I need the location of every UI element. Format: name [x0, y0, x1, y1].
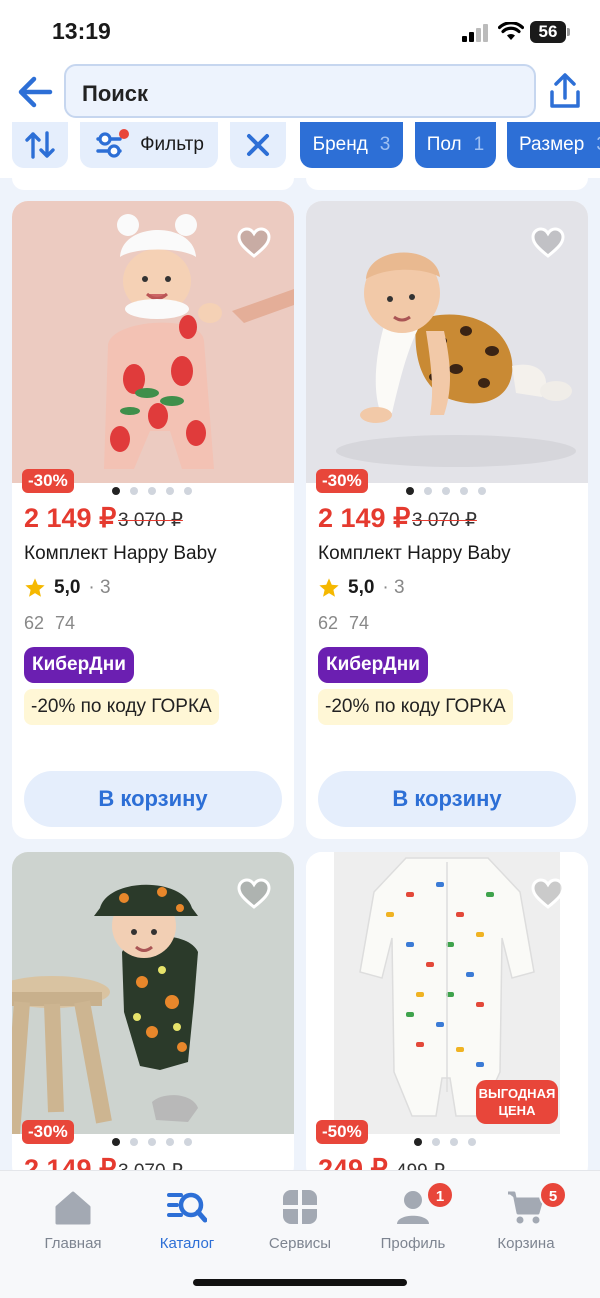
- discount-badge: -30%: [22, 1120, 74, 1144]
- home-icon: [55, 1191, 91, 1225]
- tab-services[interactable]: Сервисы: [245, 1181, 355, 1252]
- tab-home[interactable]: Главная: [18, 1181, 128, 1252]
- product-photo[interactable]: [12, 201, 294, 483]
- promo-code: -20% по коду ГОРКА: [318, 689, 513, 725]
- product-name[interactable]: Комплект Happy Baby: [318, 543, 511, 565]
- tab-cart-label: Корзина: [497, 1235, 555, 1252]
- promo-label: КиберДни: [318, 647, 428, 683]
- filter-button[interactable]: Фильтр: [80, 122, 218, 168]
- product-card[interactable]: -30% 2 149 ₽ 3 070 ₽: [12, 852, 294, 1182]
- photo-pagination: [414, 1138, 476, 1146]
- share-icon[interactable]: [547, 72, 583, 112]
- rating: 5,0 · 3: [24, 577, 111, 599]
- chip-gender-label: Пол: [426, 134, 462, 155]
- back-arrow-icon[interactable]: [16, 74, 54, 110]
- photo-pagination: [112, 1138, 192, 1146]
- battery-level: 56: [538, 22, 558, 41]
- home-indicator: [193, 1279, 407, 1286]
- header: Поиск: [0, 62, 600, 122]
- old-price: 3 070 ₽: [412, 510, 477, 531]
- favorite-heart-icon[interactable]: [236, 878, 272, 910]
- discount-badge: -30%: [316, 469, 368, 493]
- profile-notification-badge: 1: [426, 1181, 454, 1209]
- available-sizes: 62 74: [24, 613, 76, 633]
- filter-label: Фильтр: [140, 134, 204, 155]
- filter-bar: Фильтр Бренд 3 Пол 1 Размер 3: [0, 122, 600, 178]
- favorite-heart-icon[interactable]: [530, 878, 566, 910]
- add-to-cart-button[interactable]: В корзину: [318, 771, 576, 827]
- best-price-badge-line2: ЦЕНА: [498, 1103, 536, 1118]
- signal-icon: [462, 24, 490, 42]
- filter-sliders-icon: [96, 129, 130, 158]
- cart-count-badge: 5: [539, 1181, 567, 1209]
- tab-catalog-label: Каталог: [159, 1235, 215, 1252]
- price: 2 149 ₽: [318, 503, 411, 533]
- chip-brand[interactable]: Бренд 3: [300, 122, 403, 168]
- promo-code: -20% по коду ГОРКА: [24, 689, 219, 725]
- add-to-cart-button[interactable]: В корзину: [24, 771, 282, 827]
- star-icon: [319, 578, 339, 597]
- chip-brand-count: 3: [379, 134, 391, 155]
- favorite-heart-icon[interactable]: [530, 227, 566, 259]
- battery-icon: 56: [530, 21, 570, 43]
- product-photo[interactable]: [306, 201, 588, 483]
- photo-pagination: [406, 487, 486, 495]
- review-count: · 3: [382, 577, 405, 598]
- close-icon: [247, 134, 269, 156]
- chip-brand-label: Бренд: [312, 134, 368, 155]
- status-bar: 13:19 56: [0, 0, 600, 62]
- review-count: · 3: [88, 577, 111, 598]
- discount-badge: -30%: [22, 469, 74, 493]
- tab-cart[interactable]: 5 Корзина: [471, 1181, 581, 1252]
- product-photo[interactable]: ВЫГОДНАЯ ЦЕНА: [306, 852, 588, 1134]
- old-price: 3 070 ₽: [118, 510, 183, 531]
- tab-home-label: Главная: [44, 1235, 102, 1252]
- product-card[interactable]: -30% 2 149 ₽ 3 070 ₽ Комплект Happy Baby…: [306, 201, 588, 839]
- rating-score: 5,0: [54, 577, 81, 598]
- best-price-badge-line1: ВЫГОДНАЯ: [478, 1086, 556, 1101]
- search-input-text: Поиск: [82, 81, 149, 106]
- best-price-badge: ВЫГОДНАЯ ЦЕНА: [476, 1080, 558, 1124]
- chip-size-count: 3: [596, 134, 600, 156]
- wifi-icon: [497, 21, 525, 42]
- product-card[interactable]: -30% 2 149 ₽ 3 070 ₽ Комплект Happy Baby…: [12, 201, 294, 839]
- tab-catalog[interactable]: Каталог: [132, 1181, 242, 1252]
- previous-card-bottom: [306, 178, 588, 190]
- previous-card-bottom: [12, 178, 294, 190]
- status-time: 13:19: [52, 18, 111, 44]
- rating: 5,0 · 3: [318, 577, 405, 599]
- clear-filters-button[interactable]: [230, 122, 286, 168]
- photo-pagination: [112, 487, 192, 495]
- sort-button[interactable]: [12, 122, 68, 168]
- catalog-search-icon: [167, 1192, 207, 1223]
- services-icon: [283, 1190, 317, 1224]
- chip-size-label: Размер: [519, 134, 585, 155]
- product-name[interactable]: Комплект Happy Baby: [24, 543, 217, 565]
- product-photo[interactable]: [12, 852, 294, 1134]
- discount-badge: -50%: [316, 1120, 368, 1144]
- available-sizes: 62 74: [318, 613, 370, 633]
- tab-profile[interactable]: 1 Профиль: [358, 1181, 468, 1252]
- promo-label: КиберДни: [24, 647, 134, 683]
- sort-icon: [25, 131, 55, 159]
- star-icon: [25, 578, 45, 597]
- favorite-heart-icon[interactable]: [236, 227, 272, 259]
- search-input[interactable]: Поиск: [64, 64, 536, 118]
- product-card[interactable]: ВЫГОДНАЯ ЦЕНА -50% 249 ₽ 499 ₽: [306, 852, 588, 1182]
- chip-gender[interactable]: Пол 1: [415, 122, 496, 168]
- tab-profile-label: Профиль: [380, 1235, 446, 1252]
- chip-gender-count: 1: [473, 134, 485, 155]
- tab-services-label: Сервисы: [268, 1235, 332, 1252]
- chip-size[interactable]: Размер 3: [507, 122, 600, 168]
- price: 2 149 ₽: [24, 503, 117, 533]
- rating-score: 5,0: [348, 577, 375, 598]
